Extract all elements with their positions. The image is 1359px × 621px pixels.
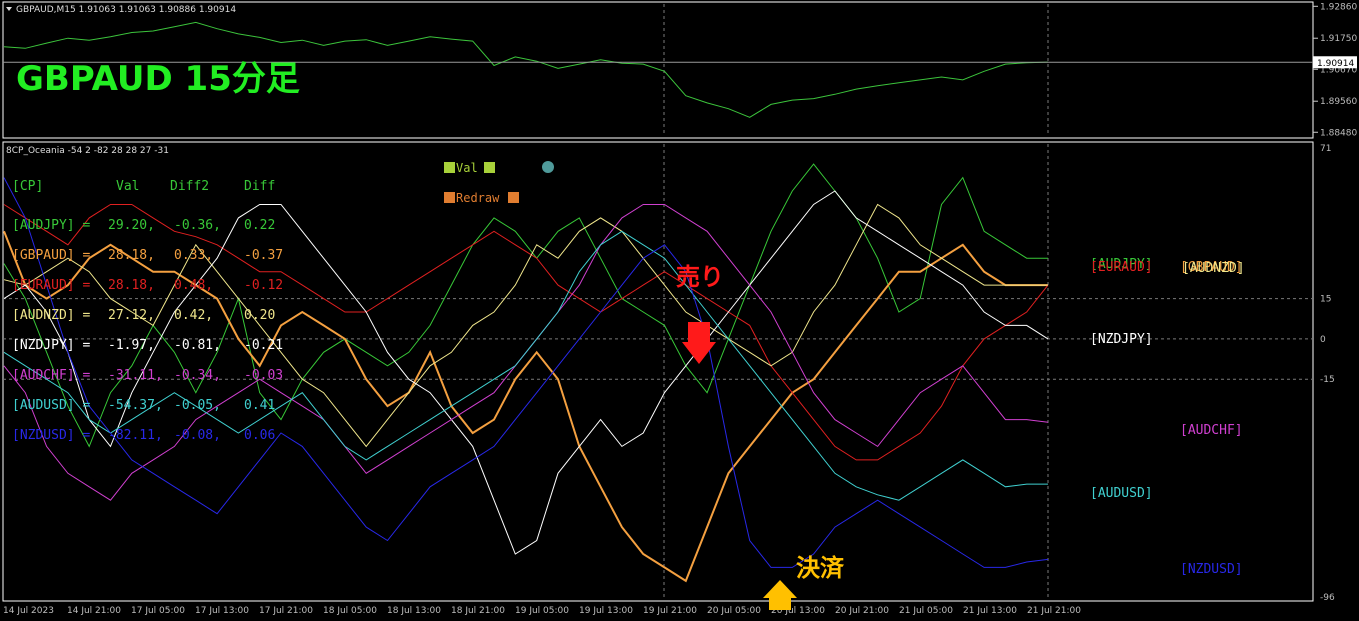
indicator-label: 8CP_Oceania -54 2 -82 28 28 27 -31 — [6, 146, 169, 156]
redraw-marker-left-icon — [444, 192, 455, 203]
time-tick-label: 21 Jul 13:00 — [963, 606, 1017, 616]
table-cell: -1.97, — [108, 338, 155, 353]
table-cell: -0.37 — [244, 248, 283, 263]
close-label: 決済 — [796, 554, 845, 582]
table-cell: [NZDUSD] = — [12, 428, 90, 443]
chart-canvas: 1.928601.917501.906701.895601.884801.909… — [2, 1, 1357, 616]
series-end-label: [NZDUSD] — [1180, 562, 1243, 577]
time-tick-label: 21 Jul 05:00 — [899, 606, 953, 616]
series-end-label: [AUDCHF] — [1180, 423, 1243, 438]
table-cell: 0.41 — [244, 398, 275, 413]
table-header: Diff2 — [170, 179, 209, 194]
price-tick-label: 1.89560 — [1320, 97, 1357, 107]
time-tick-label: 17 Jul 21:00 — [259, 606, 313, 616]
time-tick-label: 18 Jul 05:00 — [323, 606, 377, 616]
table-cell: -0.12 — [244, 278, 283, 293]
series-end-label: [AUDUSD] — [1090, 486, 1153, 501]
table-cell: 0.22 — [244, 218, 275, 233]
time-tick-label: 17 Jul 13:00 — [195, 606, 249, 616]
table-cell: 0.06 — [244, 428, 275, 443]
table-cell: -31.11, — [108, 368, 163, 383]
table-cell: 29.20, — [108, 218, 155, 233]
time-tick-label: 18 Jul 21:00 — [451, 606, 505, 616]
time-tick-label: 14 Jul 2023 — [3, 606, 54, 616]
time-tick-label: 19 Jul 05:00 — [515, 606, 569, 616]
table-cell: [AUDNZD] = — [12, 308, 90, 323]
time-tick-label: 17 Jul 05:00 — [131, 606, 185, 616]
table-cell: [AUDUSD] = — [12, 398, 90, 413]
table-cell: [AUDJPY] = — [12, 218, 90, 233]
table-header: Val — [116, 179, 139, 194]
table-cell: [GBPAUD] = — [12, 248, 90, 263]
sell-label: 売り — [676, 263, 724, 291]
time-tick-label: 21 Jul 21:00 — [1027, 606, 1081, 616]
table-cell: 28.18, — [108, 248, 155, 263]
price-tick-label: 1.92860 — [1320, 2, 1357, 12]
table-cell: 27.12, — [108, 308, 155, 323]
table-cell: -0.34, — [174, 368, 221, 383]
redraw-marker-right-icon — [508, 192, 519, 203]
strength-tick-label: 15 — [1320, 295, 1331, 305]
series-end-label: [NZDJPY] — [1090, 332, 1153, 347]
table-cell: 0.20 — [244, 308, 275, 323]
time-tick-label: 19 Jul 21:00 — [643, 606, 697, 616]
current-price-label: 1.90914 — [1317, 59, 1354, 69]
table-cell: -54.37, — [108, 398, 163, 413]
val-label: Val — [456, 161, 478, 175]
table-cell: -0.36, — [174, 218, 221, 233]
price-tick-label: 1.91750 — [1320, 34, 1357, 44]
table-cell: 28.18, — [108, 278, 155, 293]
strength-tick-label: -96 — [1320, 593, 1335, 603]
status-dot-icon — [542, 161, 554, 173]
table-cell: -0.81, — [174, 338, 221, 353]
strength-tick-label: 71 — [1320, 144, 1331, 154]
time-tick-label: 20 Jul 21:00 — [835, 606, 889, 616]
table-cell: -0.08, — [174, 428, 221, 443]
strength-tick-label: 0 — [1320, 335, 1326, 345]
table-cell: [AUDCHF] = — [12, 368, 90, 383]
table-cell: 0.48, — [174, 278, 213, 293]
val-marker-left-icon — [444, 162, 455, 173]
series-end-label: [EURAUD] — [1090, 260, 1153, 275]
table-cell: -0.05, — [174, 398, 221, 413]
table-cell: -0.03 — [244, 368, 283, 383]
table-header: [CP] — [12, 179, 43, 194]
time-tick-label: 20 Jul 05:00 — [707, 606, 761, 616]
table-header: Diff — [244, 179, 275, 194]
table-cell: 0.33, — [174, 248, 213, 263]
chart-title-overlay: GBPAUD 15分足 — [16, 59, 300, 99]
price-tick-label: 1.88480 — [1320, 128, 1357, 138]
strength-tick-label: -15 — [1320, 375, 1335, 385]
table-cell: [EURAUD] = — [12, 278, 90, 293]
table-cell: -82.11, — [108, 428, 163, 443]
symbol-label: GBPAUD,M15 1.91063 1.91063 1.90886 1.909… — [16, 5, 236, 15]
redraw-label: Redraw — [456, 191, 500, 205]
time-tick-label: 18 Jul 13:00 — [387, 606, 441, 616]
time-tick-label: 19 Jul 13:00 — [579, 606, 633, 616]
val-marker-right-icon — [484, 162, 495, 173]
table-cell: 0.42, — [174, 308, 213, 323]
time-tick-label: 14 Jul 21:00 — [67, 606, 121, 616]
table-cell: -0.21 — [244, 338, 283, 353]
series-end-label: [AUDNZD] — [1182, 261, 1245, 276]
table-cell: [NZDJPY] = — [12, 338, 90, 353]
